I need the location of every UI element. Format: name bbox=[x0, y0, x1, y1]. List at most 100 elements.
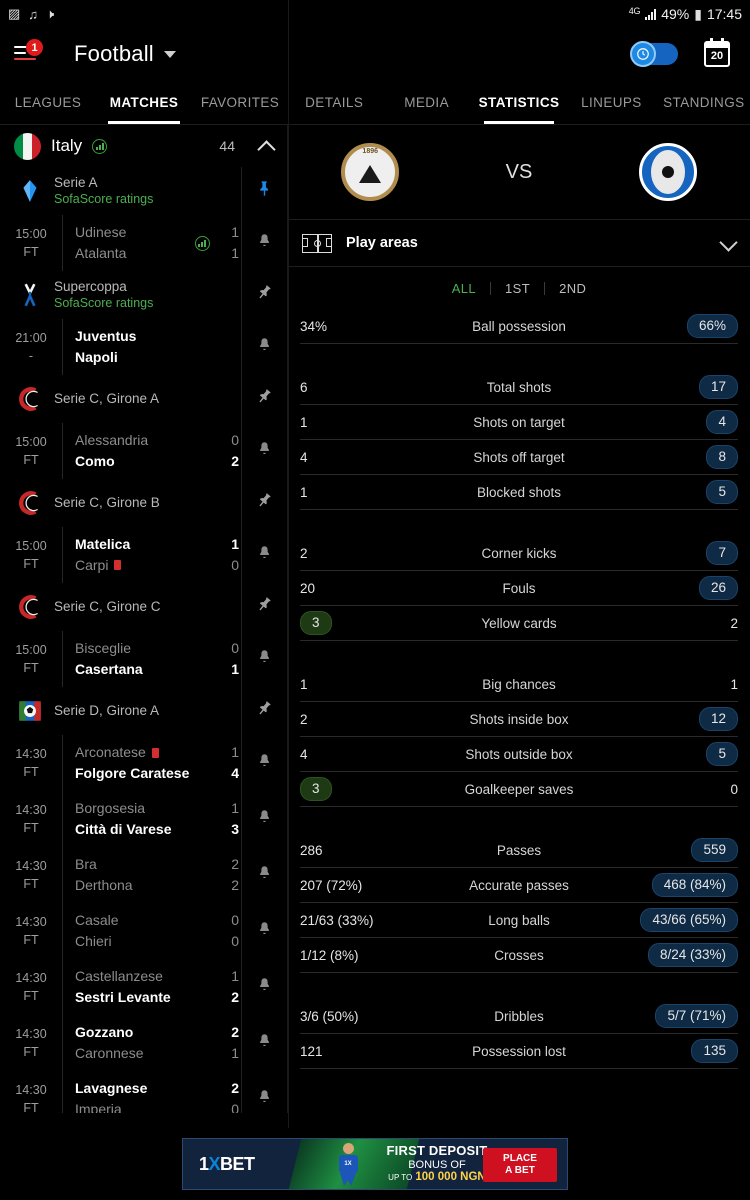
match-status: FT bbox=[23, 557, 39, 571]
matches-sidebar[interactable]: Italy 44 Serie A SofaScore ratings 15:00 FT… bbox=[0, 125, 288, 1113]
match-row[interactable]: 14:30 FT Borgosesia Città di Varese 1 3 bbox=[0, 791, 287, 847]
stat-away-value: 2 bbox=[730, 615, 738, 631]
tab-details[interactable]: DETAILS bbox=[288, 80, 380, 124]
notification-button[interactable] bbox=[241, 903, 287, 959]
pitch-icon bbox=[302, 233, 332, 253]
match-row[interactable]: 15:00 FT Udinese Atalanta 1 1 bbox=[0, 215, 287, 271]
away-team-name: Sestri Levante bbox=[75, 989, 171, 1005]
league-header-row[interactable]: Serie C, Girone C bbox=[0, 583, 287, 631]
calendar-icon[interactable]: 20 bbox=[704, 38, 730, 67]
live-toggle[interactable] bbox=[630, 41, 678, 67]
stat-row: 34% Ball possession 66% bbox=[300, 309, 738, 344]
notification-button[interactable] bbox=[241, 215, 287, 271]
bell-icon bbox=[257, 977, 272, 997]
ad-cta-line-2: A BET bbox=[505, 1165, 535, 1176]
udinese-crest-icon[interactable]: 1896 bbox=[341, 143, 400, 201]
match-row[interactable]: 15:00 FT Alessandria Como 0 2 bbox=[0, 423, 287, 479]
match-teams: Bisceglie Casertana bbox=[62, 631, 189, 687]
tab-group-right: DETAILS MEDIA STATISTICS LINEUPS STANDIN… bbox=[288, 80, 750, 124]
tab-matches[interactable]: MATCHES bbox=[96, 80, 192, 124]
stat-row: 21/63 (33%) Long balls 43/66 (65%) bbox=[300, 903, 738, 938]
match-scores: 22 bbox=[215, 847, 241, 903]
notification-button[interactable] bbox=[241, 423, 287, 479]
sidebar-section-list: Serie A SofaScore ratings 15:00 FT Udinese At… bbox=[0, 167, 287, 1113]
stat-row: 4 Shots outside box 5 bbox=[300, 737, 738, 772]
notification-button[interactable] bbox=[241, 735, 287, 791]
pin-button[interactable] bbox=[241, 271, 287, 319]
sport-dropdown-icon[interactable] bbox=[163, 50, 176, 58]
stat-home-value-cell: 1 bbox=[300, 677, 412, 692]
match-kickoff-time: 14:30 bbox=[15, 746, 47, 761]
league-header-row[interactable]: Serie A SofaScore ratings bbox=[0, 167, 287, 215]
match-row[interactable]: 15:00 FT Bisceglie Casertana 0 1 bbox=[0, 631, 287, 687]
match-row[interactable]: 14:30 FT Casale Chieri 0 0 bbox=[0, 903, 287, 959]
notification-button[interactable] bbox=[241, 1071, 287, 1113]
ad-banner[interactable]: 1XBET 1X FIRST DEPOSIT BONUS OF UP TO 10… bbox=[182, 1138, 568, 1190]
stat-away-value-cell: 135 bbox=[626, 1039, 738, 1063]
match-row[interactable]: 14:30 FT Arconatese Folgore Caratese 1 4 bbox=[0, 735, 287, 791]
match-scores: 12 bbox=[215, 959, 241, 1015]
stat-label: Shots off target bbox=[473, 449, 565, 465]
notification-button[interactable] bbox=[241, 1015, 287, 1071]
league-header-row[interactable]: Serie D, Girone A bbox=[0, 687, 287, 735]
notification-button[interactable] bbox=[241, 959, 287, 1015]
period-tab-1st[interactable]: 1ST bbox=[491, 281, 546, 295]
notification-button[interactable] bbox=[241, 319, 287, 375]
stat-home-value-cell: 1 bbox=[300, 415, 412, 430]
league-subtitle-label: SofaScore ratings bbox=[54, 295, 154, 310]
match-rating-indicator-empty bbox=[189, 527, 215, 583]
chevron-down-icon[interactable] bbox=[720, 235, 736, 251]
tab-media[interactable]: MEDIA bbox=[380, 80, 472, 124]
match-row[interactable]: 21:00 - Juventus Napoli bbox=[0, 319, 287, 375]
pin-button[interactable] bbox=[241, 375, 287, 423]
match-rating-indicator-empty bbox=[189, 1015, 215, 1071]
match-row[interactable]: 14:30 FT Lavagnese Imperia 2 0 bbox=[0, 1071, 287, 1113]
match-scores: 13 bbox=[215, 791, 241, 847]
match-status: FT bbox=[23, 877, 39, 891]
league-header-row[interactable]: Serie C, Girone B bbox=[0, 479, 287, 527]
ad-cta-button[interactable]: PLACE A BET bbox=[483, 1148, 557, 1182]
menu-icon[interactable]: 1 bbox=[14, 39, 43, 64]
stat-group-separator bbox=[288, 510, 750, 536]
match-row[interactable]: 14:30 FT Gozzano Caronnese 2 1 bbox=[0, 1015, 287, 1071]
league-header-row[interactable]: Serie C, Girone A bbox=[0, 375, 287, 423]
pin-button[interactable] bbox=[241, 167, 287, 215]
pin-button[interactable] bbox=[241, 687, 287, 735]
atalanta-crest-icon[interactable] bbox=[638, 143, 697, 201]
notification-button[interactable] bbox=[241, 631, 287, 687]
chevron-up-icon[interactable] bbox=[259, 138, 275, 154]
stat-home-value: 121 bbox=[300, 1043, 323, 1059]
away-team-name: Napoli bbox=[75, 349, 118, 365]
away-score: 2 bbox=[231, 877, 239, 893]
tab-statistics[interactable]: STATISTICS bbox=[473, 80, 565, 124]
league-header-row[interactable]: Supercoppa SofaScore ratings bbox=[0, 271, 287, 319]
match-row[interactable]: 14:30 FT Bra Derthona 2 2 bbox=[0, 847, 287, 903]
match-row[interactable]: 15:00 FT Matelica Carpi 1 0 bbox=[0, 527, 287, 583]
away-team-name: Carpi bbox=[75, 556, 189, 575]
notification-button[interactable] bbox=[241, 791, 287, 847]
tab-lineups[interactable]: LINEUPS bbox=[565, 80, 657, 124]
tab-standings[interactable]: STANDINGS bbox=[658, 80, 750, 124]
bell-icon bbox=[257, 233, 272, 253]
play-areas-row[interactable]: Play areas bbox=[288, 219, 750, 267]
stat-away-value: 1 bbox=[730, 676, 738, 692]
country-header-italy[interactable]: Italy 44 bbox=[0, 125, 287, 167]
pin-button[interactable] bbox=[241, 583, 287, 631]
notification-button[interactable] bbox=[241, 847, 287, 903]
stat-away-value: 7 bbox=[706, 541, 738, 565]
bell-icon bbox=[257, 545, 272, 565]
match-row[interactable]: 14:30 FT Castellanzese Sestri Levante 1 2 bbox=[0, 959, 287, 1015]
tab-favorites[interactable]: FAVORITES bbox=[192, 80, 288, 124]
stat-away-value-cell: 7 bbox=[626, 541, 738, 565]
stat-label: Accurate passes bbox=[469, 877, 569, 893]
pin-icon bbox=[256, 700, 273, 722]
pin-icon bbox=[256, 284, 273, 306]
stat-row: 286 Passes 559 bbox=[300, 833, 738, 868]
match-kickoff-time: 21:00 bbox=[15, 330, 47, 345]
stat-away-value-cell: 12 bbox=[626, 707, 738, 731]
pin-button[interactable] bbox=[241, 479, 287, 527]
period-tab-all[interactable]: ALL bbox=[438, 281, 492, 295]
period-tab-2nd[interactable]: 2ND bbox=[545, 282, 600, 295]
notification-button[interactable] bbox=[241, 527, 287, 583]
tab-leagues[interactable]: LEAGUES bbox=[0, 80, 96, 124]
